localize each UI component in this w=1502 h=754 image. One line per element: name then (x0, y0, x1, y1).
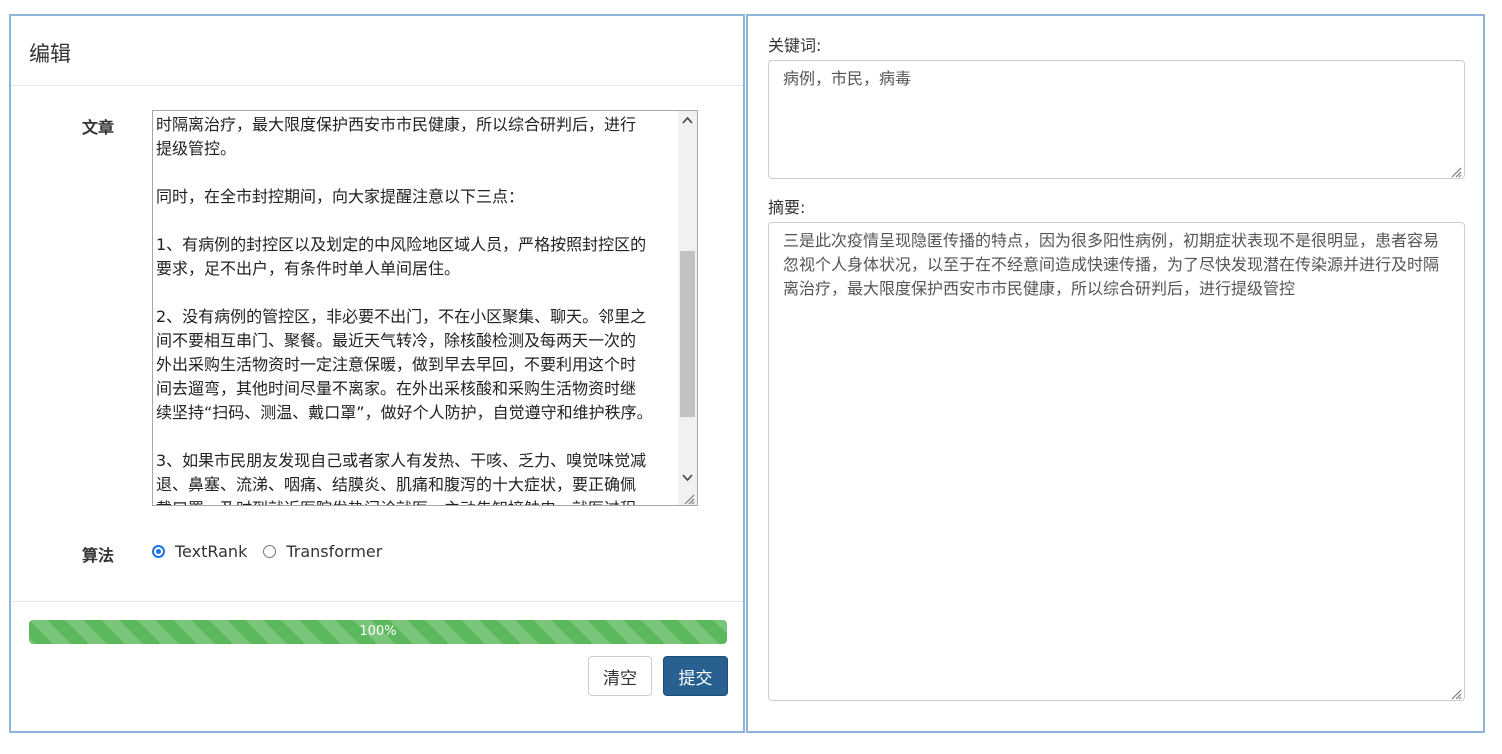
submit-button[interactable]: 提交 (663, 656, 728, 696)
scrollbar-thumb[interactable] (680, 251, 695, 417)
summary-text: 三是此次疫情呈现隐匿传播的特点，因为很多阳性病例，初期症状表现不是很明显，患者容… (783, 231, 1440, 298)
radio-textrank[interactable] (152, 545, 165, 558)
resize-grip-icon[interactable] (1449, 163, 1462, 178)
article-label: 文章 (82, 118, 115, 137)
keywords-textarea[interactable]: 病例，市民，病毒 (768, 60, 1465, 179)
summary-label: 摘要: (768, 198, 806, 217)
algorithm-label: 算法 (82, 546, 115, 565)
algorithm-radio-group: TextRank Transformer (152, 542, 382, 561)
article-scrollbar[interactable] (678, 111, 697, 505)
article-text: 时隔离治疗，最大限度保护西安市市民健康，所以综合研判后，进行 提级管控。 同时，… (156, 115, 653, 505)
resize-grip-icon[interactable] (1449, 685, 1462, 700)
footer-divider (11, 601, 743, 602)
radio-transformer[interactable] (263, 545, 277, 558)
progress-bar: 100% (29, 620, 727, 644)
header-divider (11, 85, 743, 86)
chevron-up-icon[interactable] (678, 113, 697, 129)
chevron-down-icon[interactable] (678, 471, 697, 487)
summary-textarea[interactable]: 三是此次疫情呈现隐匿传播的特点，因为很多阳性病例，初期症状表现不是很明显，患者容… (768, 222, 1465, 701)
editor-panel: 编辑 文章 时隔离治疗，最大限度保护西安市市民健康，所以综合研判后，进行 提级管… (9, 14, 745, 733)
radio-textrank-label[interactable]: TextRank (175, 542, 247, 561)
resize-grip-icon[interactable] (682, 490, 695, 505)
keywords-label: 关键词: (768, 36, 822, 55)
keywords-text: 病例，市民，病毒 (783, 69, 912, 88)
clear-button[interactable]: 清空 (588, 656, 652, 696)
editor-title: 编辑 (29, 42, 71, 66)
radio-transformer-label[interactable]: Transformer (286, 542, 382, 561)
result-panel: 关键词: 病例，市民，病毒 摘要: 三是此次疫情呈现隐匿传播的特点，因为很多阳性… (746, 14, 1485, 733)
article-textarea[interactable]: 时隔离治疗，最大限度保护西安市市民健康，所以综合研判后，进行 提级管控。 同时，… (152, 110, 698, 506)
